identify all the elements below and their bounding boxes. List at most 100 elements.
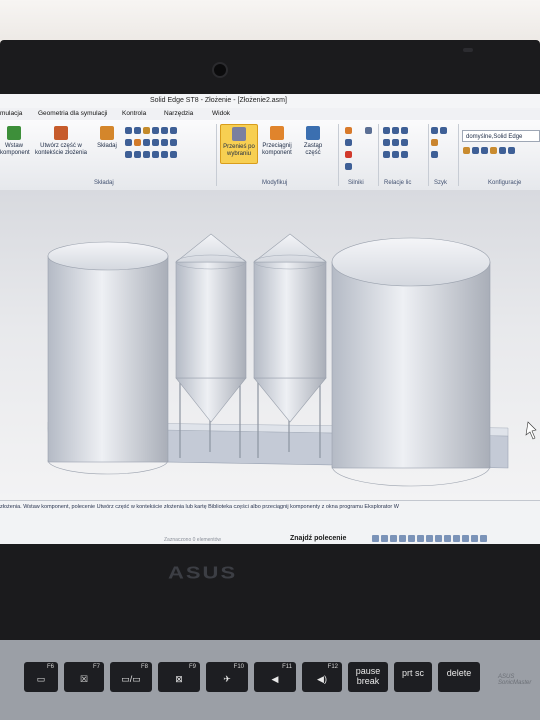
view-fit-icon[interactable] bbox=[372, 535, 379, 542]
rigid-set-icon[interactable] bbox=[125, 151, 132, 158]
move-selected-button[interactable]: Przenieś po wybraniu bbox=[220, 124, 258, 164]
find-command-input[interactable]: Znajdź polecenie bbox=[290, 535, 346, 542]
tab-simulation-geometry[interactable]: Geometria dla symulacji bbox=[38, 110, 107, 117]
match-cs-icon[interactable] bbox=[161, 139, 168, 146]
path-icon[interactable] bbox=[134, 151, 141, 158]
simulate-motor-icon[interactable] bbox=[345, 139, 352, 146]
drag-component-button[interactable]: Przeciągnij komponent bbox=[258, 126, 296, 157]
webcam bbox=[212, 62, 228, 78]
assemble-label: Składaj bbox=[97, 143, 117, 149]
cam-icon[interactable] bbox=[134, 139, 141, 146]
silo-assembly-model bbox=[47, 233, 537, 487]
tab-inspect[interactable]: Kontrola bbox=[122, 110, 146, 117]
fixed-icon[interactable] bbox=[401, 151, 408, 158]
flash-fit-icon[interactable] bbox=[152, 151, 159, 158]
concentric-icon[interactable] bbox=[392, 127, 399, 134]
angle-icon[interactable] bbox=[170, 127, 177, 134]
style-icon[interactable] bbox=[444, 535, 451, 542]
replace-part-button[interactable]: Zastąp część bbox=[298, 126, 328, 157]
insert-component-button[interactable]: Wstaw komponent bbox=[0, 126, 30, 157]
key-f6[interactable]: F6 ▭ bbox=[24, 662, 58, 692]
face-relate-icon[interactable] bbox=[383, 127, 390, 134]
horizontal-icon[interactable] bbox=[383, 151, 390, 158]
rigid-icon[interactable] bbox=[401, 139, 408, 146]
key-f7[interactable]: F7 ☒ bbox=[64, 662, 104, 692]
group-label-assemble: Składaj bbox=[94, 180, 114, 186]
assemble-icon bbox=[100, 126, 114, 140]
more-relations-icon[interactable] bbox=[170, 151, 177, 158]
config-more-icon[interactable] bbox=[508, 147, 515, 154]
assemble-button[interactable]: Składaj bbox=[94, 126, 120, 150]
key-f10[interactable]: F10 ✈ bbox=[206, 662, 248, 692]
sketch-view-icon[interactable] bbox=[471, 535, 478, 542]
duplicate-icon[interactable] bbox=[431, 151, 438, 158]
insert-component-icon bbox=[7, 126, 21, 140]
config-view-icon[interactable] bbox=[481, 147, 488, 154]
capture-fit-icon[interactable] bbox=[161, 151, 168, 158]
relation-tools-grid bbox=[124, 126, 208, 162]
rotate-pattern-icon[interactable] bbox=[440, 127, 447, 134]
config-save-icon[interactable] bbox=[463, 147, 470, 154]
gear-relation-icon[interactable] bbox=[152, 139, 159, 146]
key-f11[interactable]: F11 ◀ bbox=[254, 662, 296, 692]
detect-collision-icon[interactable] bbox=[364, 127, 372, 134]
axial-align-icon[interactable] bbox=[143, 127, 150, 134]
config-display-icon[interactable] bbox=[472, 147, 479, 154]
motor-stop-icon[interactable] bbox=[345, 151, 352, 158]
ribbon-separator bbox=[458, 124, 459, 186]
group-label-pattern: Szyk bbox=[434, 180, 448, 186]
parallel-icon[interactable] bbox=[143, 139, 150, 146]
key-print-screen[interactable]: prt sc bbox=[394, 662, 432, 692]
fit-all-icon[interactable] bbox=[480, 535, 487, 542]
display-icon[interactable] bbox=[453, 535, 460, 542]
configuration-select[interactable]: domyślne,Solid Edge bbox=[462, 130, 540, 142]
graphics-viewport[interactable] bbox=[0, 190, 540, 500]
equal-icon[interactable] bbox=[392, 151, 399, 158]
offset-icon[interactable] bbox=[392, 139, 399, 146]
center-plane-icon[interactable] bbox=[170, 139, 177, 146]
tab-simulation[interactable]: mulacja bbox=[0, 110, 22, 117]
create-part-in-context-button[interactable]: Utwórz część w kontekście złożenia bbox=[30, 126, 92, 157]
drag-component-icon bbox=[270, 126, 284, 140]
key-pause-break[interactable]: pause break bbox=[348, 662, 388, 692]
group-label-modify: Modyfikuj bbox=[262, 180, 288, 186]
move-selected-icon bbox=[232, 127, 246, 141]
key-f8[interactable]: F8 ▭/▭ bbox=[110, 662, 152, 692]
key-delete[interactable]: delete bbox=[438, 662, 480, 692]
ribbon-separator bbox=[216, 124, 217, 186]
lighting-icon[interactable] bbox=[462, 535, 469, 542]
insert-component-label: Wstaw komponent bbox=[0, 143, 30, 156]
ground-icon[interactable] bbox=[143, 151, 150, 158]
create-part-icon bbox=[54, 126, 68, 140]
group-label-relations: Relacje lic bbox=[384, 180, 412, 186]
window-title: Solid Edge ST8 - Złożenie - [Złożenie2.a… bbox=[150, 97, 287, 104]
mate-icon[interactable] bbox=[125, 127, 132, 134]
view-orient-icon[interactable] bbox=[417, 535, 424, 542]
config-zone-icon[interactable] bbox=[499, 147, 506, 154]
key-f12[interactable]: F12 ◀) bbox=[302, 662, 342, 692]
planar-align-icon[interactable] bbox=[134, 127, 141, 134]
zoom-icon[interactable] bbox=[390, 535, 397, 542]
function-key-row: F6 ▭ F7 ☒ F8 ▭/▭ F9 ⊠ F10 ✈ F11 ◀ F12 ◀) pause … bbox=[0, 662, 540, 720]
tangent-icon[interactable] bbox=[125, 139, 132, 146]
pattern-tools bbox=[430, 126, 458, 162]
pattern-icon[interactable] bbox=[431, 127, 438, 134]
symmetric-icon[interactable] bbox=[401, 127, 408, 134]
motor-list-icon[interactable] bbox=[345, 163, 352, 170]
tab-view[interactable]: Widok bbox=[212, 110, 230, 117]
connect-icon[interactable] bbox=[161, 127, 168, 134]
tab-tools[interactable]: Narzędzia bbox=[164, 110, 193, 117]
coplanar-icon[interactable] bbox=[383, 139, 390, 146]
motor-icon[interactable] bbox=[345, 127, 352, 134]
shaded-icon[interactable] bbox=[426, 535, 433, 542]
rotate-icon[interactable] bbox=[408, 535, 415, 542]
zoom-area-icon[interactable] bbox=[381, 535, 388, 542]
section-icon[interactable] bbox=[435, 535, 442, 542]
insert-relation-icon[interactable] bbox=[152, 127, 159, 134]
group-label-configurations: Konfiguracje bbox=[488, 180, 522, 186]
configuration-tools bbox=[462, 146, 540, 158]
config-folder-icon[interactable] bbox=[490, 147, 497, 154]
key-f9[interactable]: F9 ⊠ bbox=[158, 662, 200, 692]
pan-icon[interactable] bbox=[399, 535, 406, 542]
mirror-icon[interactable] bbox=[431, 139, 438, 146]
